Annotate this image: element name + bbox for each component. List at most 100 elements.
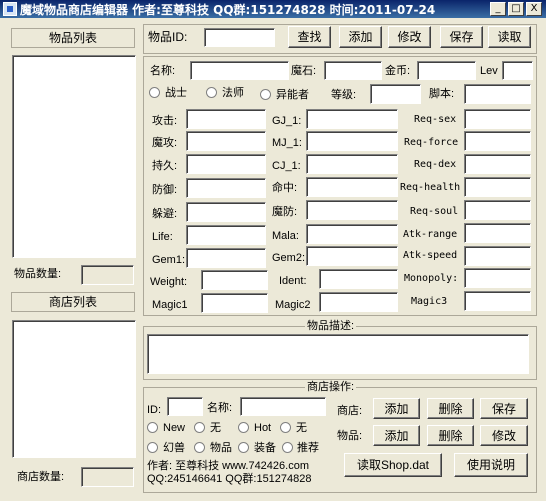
magic-attack-input[interactable] [186, 131, 266, 151]
gold-input[interactable] [417, 61, 476, 80]
close-button[interactable]: X [526, 2, 542, 16]
attack-input[interactable] [186, 109, 266, 129]
atk-range-input[interactable] [464, 223, 531, 243]
modify-button[interactable]: 修改 [388, 26, 431, 48]
life-input[interactable] [186, 225, 266, 245]
magic-defense-label: 魔防: [272, 206, 298, 218]
item-id-input[interactable] [204, 28, 275, 47]
class-warrior-radio[interactable] [149, 87, 160, 98]
pet-radio[interactable] [147, 442, 158, 453]
req-force-label: Req-force [404, 137, 459, 148]
req-dex-input[interactable] [464, 154, 531, 174]
gem1-input[interactable] [186, 248, 266, 268]
weight-input[interactable] [201, 270, 268, 290]
recommend-label: 推荐 [297, 442, 319, 454]
item-list[interactable] [12, 55, 136, 258]
author-text: 作者: 至尊科技 www.742426.com [147, 460, 309, 472]
shop-add-button[interactable]: 添加 [373, 398, 420, 419]
help-button[interactable]: 使用说明 [454, 453, 528, 477]
class-esper-label: 异能者 [276, 89, 309, 101]
shop-id-input[interactable] [167, 397, 203, 416]
shop-list[interactable] [12, 320, 136, 458]
atk-speed-input[interactable] [464, 246, 531, 266]
req-health-input[interactable] [464, 177, 531, 197]
magic2-input[interactable] [319, 292, 398, 312]
req-soul-input[interactable] [464, 200, 531, 220]
description-textarea[interactable] [147, 334, 529, 374]
durability-label: 持久: [152, 160, 178, 172]
magic1-input[interactable] [201, 293, 268, 313]
durability-input[interactable] [186, 154, 266, 174]
class-esper-radio[interactable] [260, 89, 271, 100]
lev-input[interactable] [502, 61, 533, 80]
gj1-input[interactable] [306, 109, 398, 129]
class-mage-radio[interactable] [206, 87, 217, 98]
magic-stone-input[interactable] [324, 61, 382, 80]
level-label: 等级: [331, 89, 357, 101]
app-icon [3, 2, 17, 16]
maximize-button[interactable]: □ [508, 2, 524, 16]
find-button[interactable]: 查找 [288, 26, 331, 48]
equipment-radio[interactable] [238, 442, 249, 453]
recommend-radio[interactable] [282, 442, 293, 453]
name-label: 名称: [150, 65, 176, 77]
lev-label: Lev [480, 65, 498, 77]
save-button[interactable]: 保存 [440, 26, 483, 48]
magic-defense-input[interactable] [306, 200, 398, 220]
add-button[interactable]: 添加 [339, 26, 382, 48]
item-modify-button[interactable]: 修改 [480, 425, 528, 446]
item-delete-button[interactable]: 删除 [427, 425, 474, 446]
hit-input[interactable] [306, 177, 398, 197]
weight-label: Weight: [150, 276, 188, 288]
gold-label: 金币: [385, 65, 411, 77]
ident-label: Ident: [279, 275, 307, 287]
item-add-button[interactable]: 添加 [373, 425, 420, 446]
shop-count-field [81, 467, 134, 487]
goods-radio[interactable] [194, 442, 205, 453]
read-button[interactable]: 读取 [488, 26, 531, 48]
new-radio[interactable] [147, 422, 158, 433]
level-input[interactable] [370, 84, 421, 104]
item-count-field [81, 265, 134, 285]
mala-input[interactable] [306, 224, 398, 244]
shop-id-label: ID: [147, 404, 162, 416]
name-input[interactable] [190, 61, 289, 80]
minimize-button[interactable]: _ [490, 2, 506, 16]
req-dex-label: Req-dex [414, 159, 457, 170]
mala-label: Mala: [272, 230, 299, 242]
item-id-label: 物品ID: [148, 30, 188, 44]
hot-radio[interactable] [238, 422, 249, 433]
shop-label: 商店: [337, 405, 363, 417]
gem2-input[interactable] [306, 246, 398, 266]
script-input[interactable] [464, 84, 531, 104]
shop-delete-button[interactable]: 删除 [427, 398, 474, 419]
dodge-input[interactable] [186, 202, 266, 222]
req-sex-input[interactable] [464, 109, 531, 129]
ident-input[interactable] [319, 269, 398, 289]
magic3-input[interactable] [464, 291, 531, 311]
shop-list-header: 商店列表 [11, 292, 135, 312]
shop-name-input[interactable] [240, 397, 326, 416]
magic3-label: Magic3 [411, 296, 448, 307]
defense-input[interactable] [186, 178, 266, 198]
shop-save-button[interactable]: 保存 [480, 398, 528, 419]
cj1-input[interactable] [306, 154, 398, 174]
hit-label: 命中: [272, 182, 298, 194]
window-title: 魔域物品商店编辑器 作者:至尊科技 QQ群:151274828 时间:2011-… [20, 3, 436, 17]
magic1-label: Magic1 [152, 299, 188, 311]
hot-none-label: 无 [296, 422, 307, 434]
read-shop-dat-button[interactable]: 读取Shop.dat [344, 453, 442, 477]
dodge-label: 躲避: [152, 208, 178, 220]
life-label: Life: [152, 231, 173, 243]
new-none-radio[interactable] [194, 422, 205, 433]
shop-operations-legend: 商店操作: [305, 381, 357, 393]
cj1-label: CJ_1: [272, 160, 301, 172]
mj1-input[interactable] [306, 131, 398, 151]
req-force-input[interactable] [464, 131, 531, 151]
magic2-label: Magic2 [275, 299, 311, 311]
hot-none-radio[interactable] [280, 422, 291, 433]
monopoly-input[interactable] [464, 268, 531, 288]
title-bar: 魔域物品商店编辑器 作者:至尊科技 QQ群:151274828 时间:2011-… [0, 0, 546, 18]
item-label: 物品: [337, 430, 363, 442]
new-label: New [163, 422, 186, 434]
